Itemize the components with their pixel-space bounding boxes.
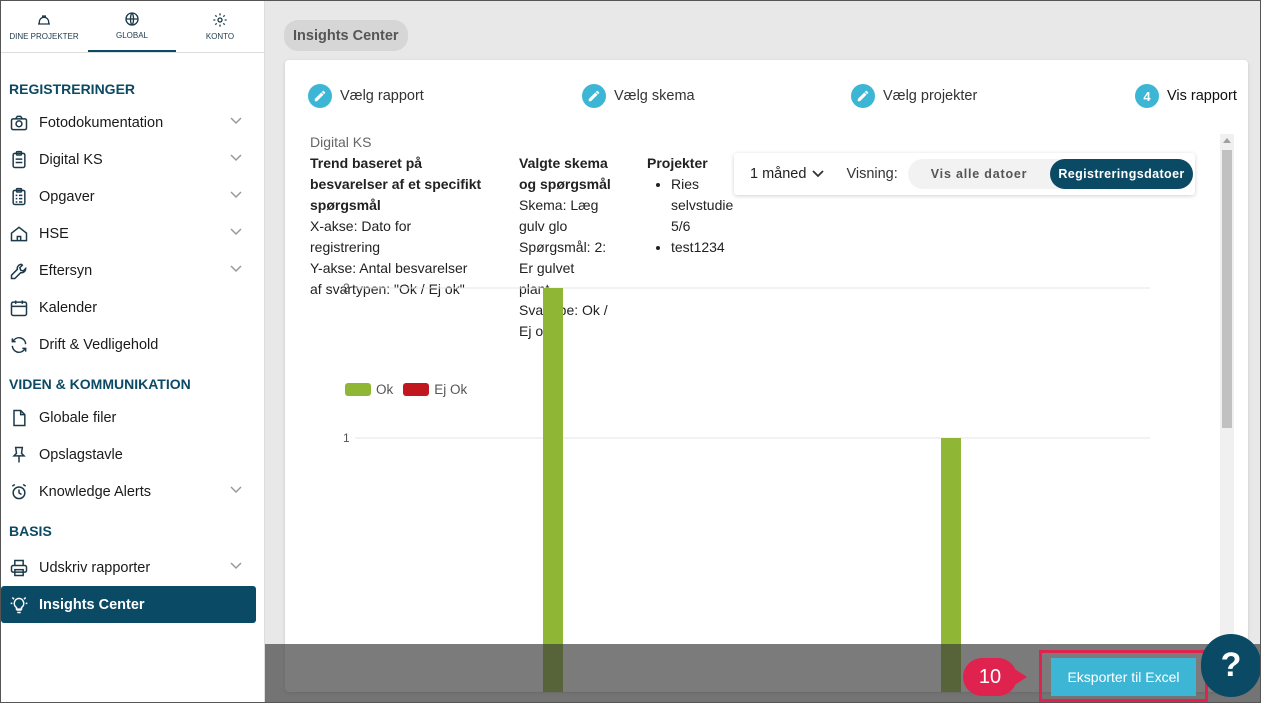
chevron-down-icon xyxy=(230,486,242,494)
sidebar-item-globale-filer[interactable]: Globale filer xyxy=(0,399,264,436)
sidebar-item-insights-center[interactable]: Insights Center xyxy=(1,586,256,623)
gear-icon xyxy=(213,12,227,27)
section-viden-kommunikation: VIDEN & KOMMUNIKATION xyxy=(9,376,191,392)
step-badge: 10 xyxy=(963,658,1017,696)
bar-ok[interactable] xyxy=(543,288,563,692)
top-nav: DINE PROJEKTER GLOBAL KONTO xyxy=(0,0,264,53)
bar-chart: 12 xyxy=(343,281,1150,692)
scrollbar[interactable] xyxy=(1220,134,1234,692)
printer-icon xyxy=(9,558,29,578)
chevron-down-icon xyxy=(230,154,242,162)
scroll-up-icon xyxy=(1223,138,1231,143)
clipboard-list-icon xyxy=(9,187,29,207)
y-tick-label: 1 xyxy=(343,431,350,445)
sidebar: DINE PROJEKTER GLOBAL KONTO REGISTRERING… xyxy=(0,0,265,703)
alarm-clock-icon xyxy=(9,482,29,502)
sidebar-item-fotodokumentation[interactable]: Fotodokumentation xyxy=(0,104,264,141)
tab-konto[interactable]: KONTO xyxy=(176,0,264,52)
sidebar-item-digital-ks[interactable]: Digital KS xyxy=(0,141,264,178)
sidebar-item-kalender[interactable]: Kalender xyxy=(0,289,264,326)
chevron-down-icon xyxy=(230,117,242,125)
chevron-down-icon xyxy=(230,191,242,199)
sidebar-item-hse[interactable]: HSE xyxy=(0,215,264,252)
chevron-down-icon xyxy=(230,228,242,236)
chevron-down-icon xyxy=(230,562,242,570)
hardhat-icon xyxy=(38,14,50,25)
sidebar-item-udskriv-rapporter[interactable]: Udskriv rapporter xyxy=(0,549,264,586)
y-tick-label: 2 xyxy=(343,281,350,295)
sidebar-item-drift-vedligehold[interactable]: Drift & Vedligehold xyxy=(0,326,264,363)
calendar-icon xyxy=(9,298,29,318)
sidebar-item-opgaver[interactable]: Opgaver xyxy=(0,178,264,215)
report-card: Vælg rapport Vælg skema Vælg projekter 4… xyxy=(285,60,1248,692)
house-icon xyxy=(9,224,29,244)
clipboard-icon xyxy=(9,150,29,170)
tab-global[interactable]: GLOBAL xyxy=(88,0,176,52)
lightbulb-icon xyxy=(9,595,29,615)
scrollbar-thumb[interactable] xyxy=(1222,150,1232,428)
tab-dine-projekter[interactable]: DINE PROJEKTER xyxy=(0,0,88,52)
wrench-icon xyxy=(9,261,29,281)
globe-icon xyxy=(125,11,139,26)
chevron-down-icon xyxy=(230,265,242,273)
section-registreringer: REGISTRERINGER xyxy=(9,81,136,97)
help-button[interactable]: ? xyxy=(1201,634,1261,697)
refresh-icon xyxy=(9,335,29,355)
sidebar-item-knowledge-alerts[interactable]: Knowledge Alerts xyxy=(0,473,264,510)
camera-icon xyxy=(9,113,29,133)
file-icon xyxy=(9,408,29,428)
breadcrumb: Insights Center xyxy=(284,20,408,51)
section-basis: BASIS xyxy=(9,523,52,539)
pin-icon xyxy=(9,445,29,465)
tutorial-highlight xyxy=(1039,650,1208,702)
sidebar-item-opslagstavle[interactable]: Opslagstavle xyxy=(0,436,264,473)
sidebar-item-eftersyn[interactable]: Eftersyn xyxy=(0,252,264,289)
